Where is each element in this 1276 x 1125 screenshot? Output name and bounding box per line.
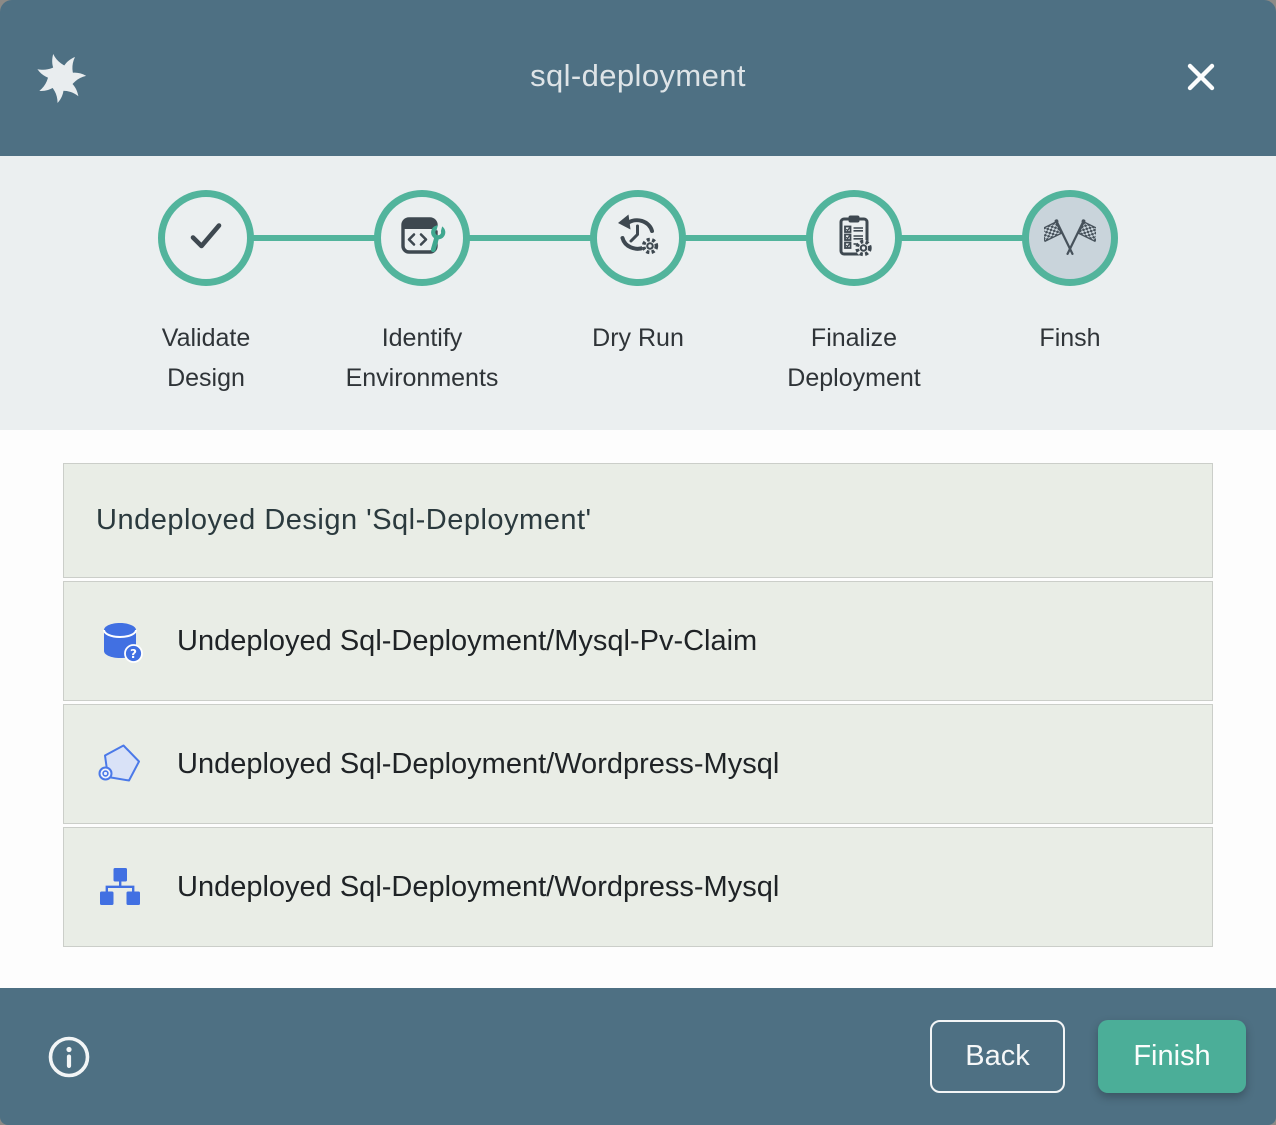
- sync-gear-icon: [614, 212, 662, 265]
- dialog-header: sql-deployment: [0, 0, 1276, 156]
- checkered-flags-icon: [1044, 212, 1096, 265]
- dialog-title: sql-deployment: [0, 58, 1276, 94]
- wizard-stepper: Validate Design: [0, 156, 1276, 430]
- status-text: Undeployed Sql-Deployment/Wordpress-Mysq…: [177, 748, 779, 781]
- status-row-mysql-pv-claim: ? Undeployed Sql-Deployment/Mysql-Pv-Cla…: [63, 581, 1213, 701]
- step-dry-run[interactable]: Dry Run: [530, 190, 746, 398]
- status-row-wordpress-mysql-service: Undeployed Sql-Deployment/Wordpress-Mysq…: [63, 704, 1213, 824]
- step-label: Finalize Deployment: [787, 318, 920, 398]
- status-text: Undeployed Design 'Sql-Deployment': [96, 504, 592, 537]
- status-text: Undeployed Sql-Deployment/Mysql-Pv-Claim: [177, 625, 757, 658]
- info-circle-icon[interactable]: [46, 1034, 92, 1080]
- status-text: Undeployed Sql-Deployment/Wordpress-Mysq…: [177, 871, 779, 904]
- step-label: Validate Design: [162, 318, 251, 398]
- step-label: Finsh: [1039, 318, 1100, 358]
- svg-text:?: ?: [130, 647, 137, 661]
- sql-deployment-dialog: sql-deployment Validate Design: [0, 0, 1276, 1125]
- status-row-wordpress-mysql-deployment: Undeployed Sql-Deployment/Wordpress-Mysq…: [63, 827, 1213, 947]
- step-validate-design[interactable]: Validate Design: [98, 190, 314, 398]
- step-finalize-deployment[interactable]: Finalize Deployment: [746, 190, 962, 398]
- step-label: Dry Run: [592, 318, 684, 358]
- checkmark-icon: [182, 212, 230, 265]
- finish-button[interactable]: Finish: [1098, 1020, 1246, 1093]
- status-row-design: Undeployed Design 'Sql-Deployment': [63, 463, 1213, 578]
- step-label: Identify Environments: [346, 318, 499, 398]
- database-question-icon: ?: [96, 617, 144, 665]
- clipboard-gear-icon: [830, 212, 878, 265]
- step-finsh[interactable]: Finsh: [962, 190, 1178, 398]
- code-window-wrench-icon: [396, 212, 448, 265]
- sitemap-icon: [96, 863, 144, 911]
- back-button[interactable]: Back: [930, 1020, 1065, 1093]
- close-icon[interactable]: [1182, 58, 1220, 96]
- dialog-footer: Back Finish: [0, 988, 1276, 1125]
- deployment-status-panel: Undeployed Design 'Sql-Deployment' ? Und…: [0, 430, 1276, 988]
- step-identify-environments[interactable]: Identify Environments: [314, 190, 530, 398]
- pentagon-service-icon: [96, 740, 144, 788]
